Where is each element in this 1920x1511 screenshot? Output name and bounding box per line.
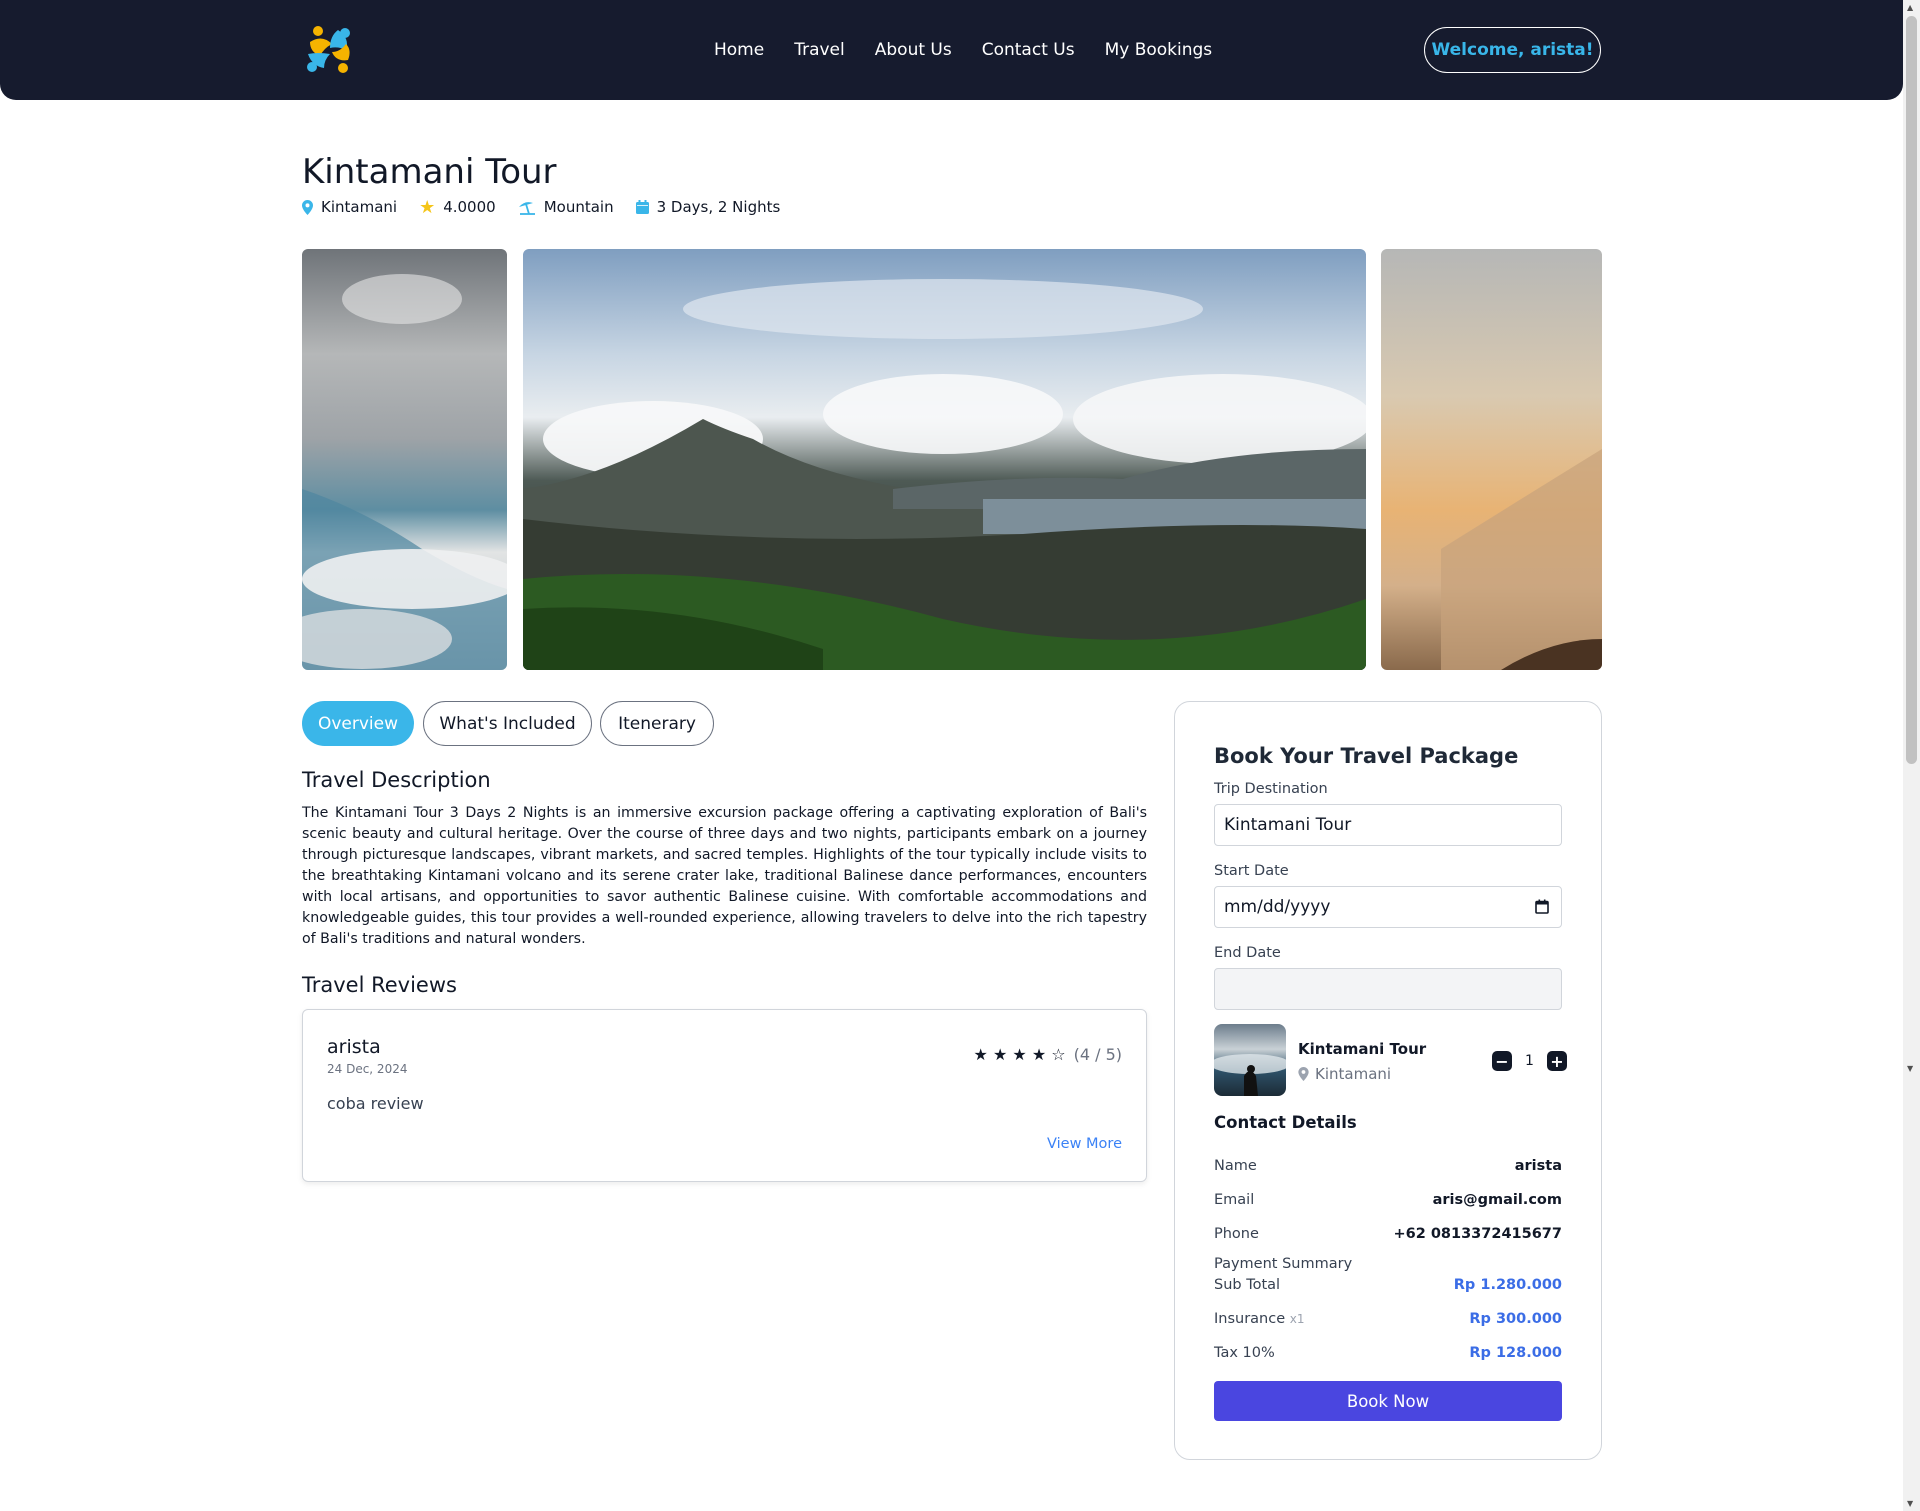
contact-email-value: aris@gmail.com: [1432, 1192, 1562, 1208]
book-now-button[interactable]: Book Now: [1214, 1381, 1562, 1421]
increase-quantity-button[interactable]: +: [1546, 1051, 1567, 1071]
contact-row-phone: Phone +62 0813372415677: [1214, 1226, 1562, 1242]
tab-overview[interactable]: Overview: [302, 701, 414, 746]
destination-label: Trip Destination: [1214, 781, 1328, 797]
insurance-row: Insurance x1 Rp 300.000: [1214, 1311, 1562, 1327]
insurance-label: Insurance x1: [1214, 1311, 1305, 1327]
contact-name-value: arista: [1514, 1158, 1562, 1174]
scroll-bottom-arrow-icon[interactable]: ▼: [1907, 1499, 1913, 1508]
meta-rating-text: 4.0000: [443, 198, 496, 216]
star-icon: ★: [419, 196, 436, 218]
contact-row-email: Email aris@gmail.com: [1214, 1192, 1562, 1208]
subtotal-value: Rp 1.280.000: [1453, 1277, 1562, 1293]
location-pin-icon: [302, 199, 313, 215]
nav-home-link[interactable]: Home: [714, 40, 764, 60]
nav-travel-link[interactable]: Travel: [794, 40, 845, 60]
gallery-image-left[interactable]: [302, 249, 507, 670]
review-rating: ★ ★ ★ ★ ☆ (4 / 5): [974, 1045, 1122, 1064]
tax-row: Tax 10% Rp 128.000: [1214, 1345, 1562, 1361]
contact-email-label: Email: [1214, 1192, 1255, 1208]
scroll-thumb[interactable]: [1906, 16, 1917, 764]
trip-item-name: Kintamani Tour: [1298, 1040, 1427, 1058]
quantity-value: 1: [1525, 1053, 1534, 1069]
trip-item-location: Kintamani: [1298, 1065, 1391, 1083]
meta-duration-text: 3 Days, 2 Nights: [656, 198, 781, 216]
description-title: Travel Description: [302, 768, 491, 792]
start-date-label: Start Date: [1214, 863, 1289, 879]
trip-item-location-text: Kintamani: [1315, 1065, 1392, 1083]
tax-label: Tax 10%: [1214, 1345, 1275, 1361]
review-date: 24 Dec, 2024: [327, 1062, 408, 1076]
nav-bookings-link[interactable]: My Bookings: [1105, 40, 1213, 60]
page-title: Kintamani Tour: [302, 152, 557, 192]
start-date-placeholder: mm/dd/yyyy: [1224, 897, 1331, 917]
meta-location-text: Kintamani: [321, 198, 398, 216]
meta-category: Mountain: [518, 198, 614, 216]
calendar-picker-icon[interactable]: [1535, 899, 1549, 919]
subtotal-row: Sub Total Rp 1.280.000: [1214, 1277, 1562, 1293]
insurance-qty: x1: [1289, 1312, 1305, 1326]
review-card: arista 24 Dec, 2024 coba review ★ ★ ★ ★ …: [302, 1009, 1147, 1182]
gallery-image-main[interactable]: [523, 249, 1366, 670]
brand-logo-icon[interactable]: [302, 22, 358, 78]
meta-duration: 3 Days, 2 Nights: [635, 198, 781, 216]
top-navbar: Home Travel About Us Contact Us My Booki…: [0, 0, 1903, 100]
insurance-label-text: Insurance: [1214, 1311, 1286, 1327]
quantity-stepper: − 1 +: [1492, 1051, 1567, 1071]
tour-meta: Kintamani ★ 4.0000 Mountain 3 Days, 2 Ni…: [302, 198, 802, 216]
meta-location: Kintamani: [302, 198, 397, 216]
start-date-field[interactable]: mm/dd/yyyy: [1214, 886, 1562, 928]
booking-card: Book Your Travel Package Trip Destinatio…: [1174, 701, 1602, 1460]
umbrella-beach-icon: [518, 200, 536, 215]
contact-row-name: Name arista: [1214, 1158, 1562, 1174]
tab-itenerary[interactable]: Itenerary: [600, 701, 714, 746]
contact-details-title: Contact Details: [1214, 1113, 1357, 1132]
description-text: The Kintamani Tour 3 Days 2 Nights is an…: [302, 805, 1147, 947]
tab-whats-included[interactable]: What's Included: [423, 701, 592, 746]
decrease-quantity-button[interactable]: −: [1492, 1051, 1512, 1071]
nav-links: Home Travel About Us Contact Us My Booki…: [714, 0, 1242, 100]
review-score: (4 / 5): [1073, 1045, 1122, 1064]
location-pin-grey-icon: [1298, 1067, 1309, 1081]
page-scrollbar[interactable]: ▲ ▼ ▼: [1903, 0, 1920, 1511]
scroll-down-arrow-icon[interactable]: ▼: [1907, 1064, 1913, 1073]
contact-phone-value: +62 0813372415677: [1393, 1226, 1562, 1242]
scroll-up-arrow-icon[interactable]: ▲: [1907, 3, 1913, 12]
calendar-icon: [635, 200, 649, 214]
insurance-value: Rp 300.000: [1469, 1311, 1562, 1327]
contact-phone-label: Phone: [1214, 1226, 1259, 1242]
reviewer-name: arista: [327, 1036, 381, 1058]
reviews-title: Travel Reviews: [302, 973, 457, 997]
review-text: coba review: [327, 1094, 424, 1113]
booking-title: Book Your Travel Package: [1214, 744, 1519, 768]
view-more-link[interactable]: View More: [1047, 1136, 1122, 1152]
meta-category-text: Mountain: [543, 198, 614, 216]
trip-thumbnail: [1214, 1024, 1286, 1096]
end-date-label: End Date: [1214, 945, 1281, 961]
meta-rating: ★ 4.0000: [419, 198, 496, 216]
end-date-field: [1214, 968, 1562, 1010]
subtotal-label: Sub Total: [1214, 1277, 1281, 1293]
gallery-image-right[interactable]: [1381, 249, 1602, 670]
nav-about-link[interactable]: About Us: [875, 40, 952, 60]
payment-summary-title: Payment Summary: [1214, 1256, 1353, 1272]
nav-contact-link[interactable]: Contact Us: [982, 40, 1075, 60]
welcome-user-button[interactable]: Welcome, arista!: [1424, 27, 1601, 73]
contact-name-label: Name: [1214, 1158, 1257, 1174]
review-stars-icon: ★ ★ ★ ★ ☆: [973, 1045, 1066, 1064]
tax-value: Rp 128.000: [1469, 1345, 1562, 1361]
destination-field[interactable]: Kintamani Tour: [1214, 804, 1562, 846]
